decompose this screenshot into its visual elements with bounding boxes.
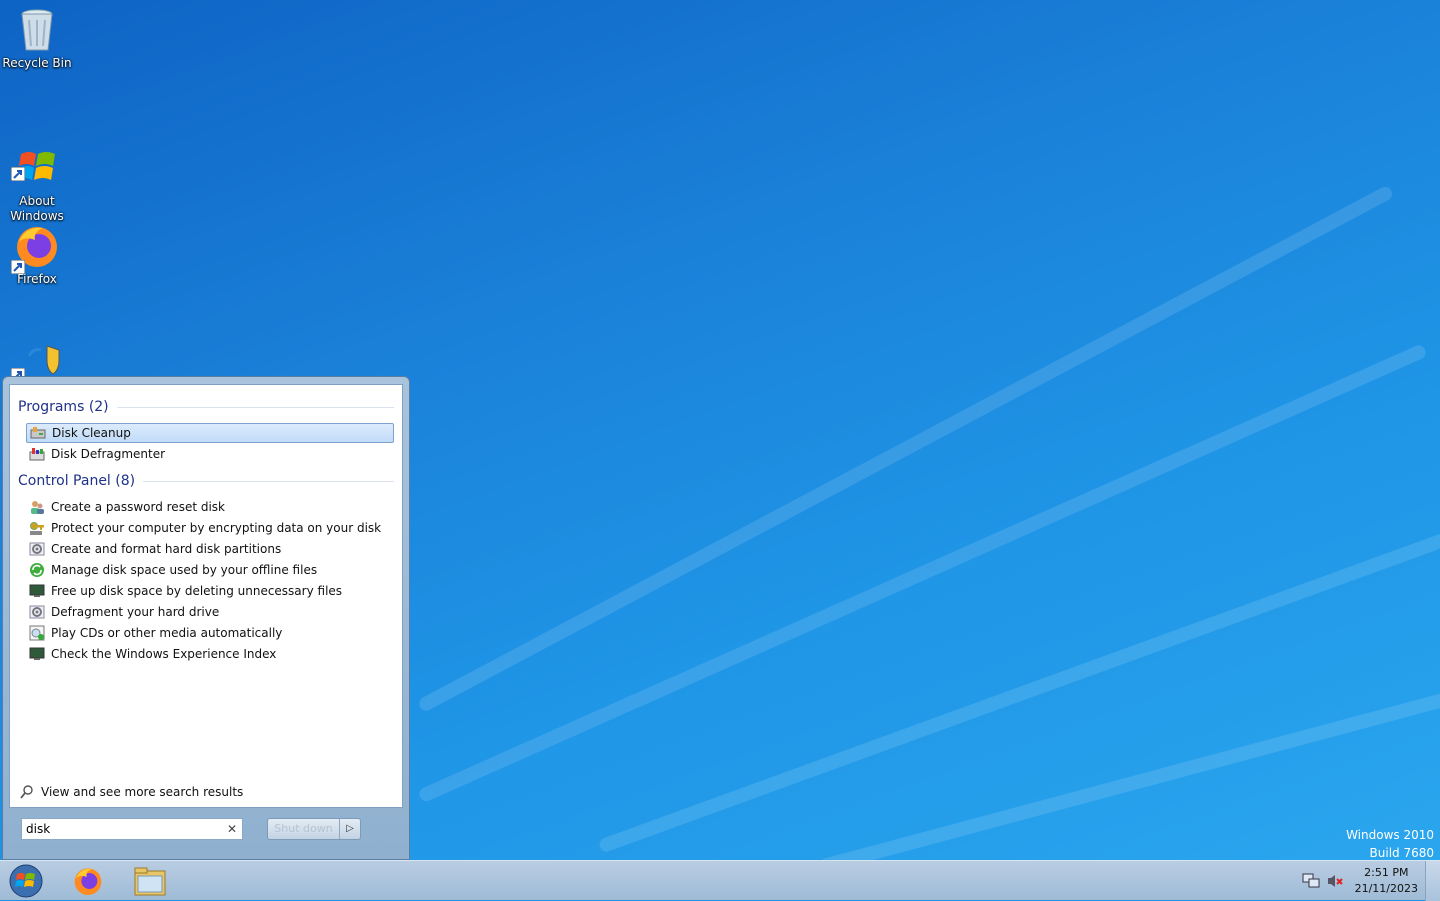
result-offline-files[interactable]: Manage disk space used by your offline f…: [26, 560, 394, 580]
clock-time: 2:51 PM: [1364, 866, 1409, 879]
file-explorer-icon: [134, 867, 166, 896]
desktop-icon-recycle-bin[interactable]: Recycle Bin: [1, 6, 73, 71]
search-input[interactable]: [26, 820, 216, 838]
result-format-partitions[interactable]: Create and format hard disk partitions: [26, 539, 394, 559]
taskbar-explorer-button[interactable]: [128, 863, 172, 899]
desktop-icon-label: Firefox: [17, 272, 57, 286]
users-icon: [31, 501, 44, 514]
firefox-icon: [11, 222, 61, 274]
shutdown-button-group: Shut down ▷: [267, 818, 361, 840]
firefox-icon: [74, 868, 102, 895]
desktop-icon-label: About Windows: [10, 194, 64, 223]
taskbar: 2:51 PM 21/11/2023: [0, 860, 1440, 901]
desktop-icon-label: Recycle Bin: [2, 56, 72, 70]
result-disk-cleanup[interactable]: Disk Cleanup: [26, 423, 394, 443]
network-tray-icon[interactable]: [1298, 863, 1324, 899]
result-autoplay[interactable]: Play CDs or other media automatically: [26, 623, 394, 643]
windows-watermark: Windows 2010 Build 7680: [1346, 826, 1434, 860]
monitor-icon: [29, 647, 45, 660]
result-label: Create and format hard disk partitions: [51, 542, 282, 556]
result-label: Check the Windows Experience Index: [51, 647, 277, 661]
admin-tools-icon: [29, 542, 45, 556]
search-icon: [20, 785, 33, 799]
shield-icon: [11, 330, 61, 382]
desktop-icon-about-windows[interactable]: About Windows: [1, 114, 73, 239]
result-create-password-reset-disk[interactable]: Create a password reset disk: [26, 497, 394, 517]
group-divider: [116, 406, 394, 408]
result-defragment-hard-drive[interactable]: Defragment your hard drive: [26, 602, 394, 622]
start-button[interactable]: [4, 863, 48, 899]
shutdown-button[interactable]: Shut down: [268, 819, 340, 839]
disk-cleanup-icon: [30, 427, 46, 439]
group-divider: [143, 480, 394, 482]
volume-muted-icon: [1328, 875, 1343, 887]
show-desktop-button[interactable]: [1425, 861, 1440, 901]
taskbar-firefox-button[interactable]: [66, 863, 110, 899]
group-title: Control Panel (8): [18, 473, 136, 489]
result-label: Disk Defragmenter: [51, 447, 166, 461]
admin-tools-icon: [29, 605, 45, 619]
result-experience-index[interactable]: Check the Windows Experience Index: [26, 644, 394, 664]
see-more-label: View and see more search results: [41, 785, 244, 799]
desktop-icon-security[interactable]: [1, 330, 73, 382]
start-menu: Programs (2) Disk Cleanup Disk Defragmen…: [2, 376, 410, 860]
sync-icon: [30, 563, 44, 577]
result-label: Manage disk space used by your offline f…: [51, 563, 318, 577]
group-header-programs[interactable]: Programs (2): [18, 399, 394, 415]
disk-defragmenter-icon: [29, 448, 45, 461]
result-label: Protect your computer by encrypting data…: [51, 521, 382, 535]
start-search-box[interactable]: ✕: [21, 818, 243, 840]
group-title: Programs (2): [18, 399, 109, 415]
see-more-results-link[interactable]: View and see more search results: [16, 782, 256, 802]
result-free-up-disk-space[interactable]: Free up disk space by deleting unnecessa…: [26, 581, 394, 601]
group-header-control-panel[interactable]: Control Panel (8): [18, 473, 394, 489]
recycle-bin-icon: [13, 6, 61, 54]
result-label: Free up disk space by deleting unnecessa…: [51, 584, 343, 598]
key-icon: [30, 522, 44, 535]
watermark-build: Build 7680: [1369, 846, 1434, 860]
result-label: Defragment your hard drive: [51, 605, 220, 619]
result-label: Create a password reset disk: [51, 500, 225, 514]
clock-date: 21/11/2023: [1354, 882, 1418, 895]
shortcut-arrow-icon: [11, 260, 25, 274]
result-label: Disk Cleanup: [52, 426, 131, 440]
autoplay-icon: [29, 625, 45, 641]
network-icon: [1302, 873, 1320, 888]
start-orb-icon: [9, 864, 43, 898]
result-disk-defragmenter[interactable]: Disk Defragmenter: [26, 444, 394, 464]
desktop-icon-firefox[interactable]: Firefox: [1, 222, 73, 287]
clear-search-icon[interactable]: ✕: [227, 822, 237, 836]
watermark-edition: Windows 2010: [1346, 828, 1434, 842]
result-label: Play CDs or other media automatically: [51, 626, 283, 640]
taskbar-clock[interactable]: 2:51 PM 21/11/2023: [1355, 865, 1418, 897]
shortcut-arrow-icon: [11, 167, 25, 181]
shutdown-options-button[interactable]: ▷: [340, 819, 360, 839]
windows-flag-icon: [11, 129, 61, 181]
monitor-icon: [29, 584, 45, 597]
result-encrypt-disk[interactable]: Protect your computer by encrypting data…: [26, 518, 394, 538]
search-results-pane: Programs (2) Disk Cleanup Disk Defragmen…: [9, 384, 403, 808]
volume-tray-icon[interactable]: [1322, 863, 1348, 899]
